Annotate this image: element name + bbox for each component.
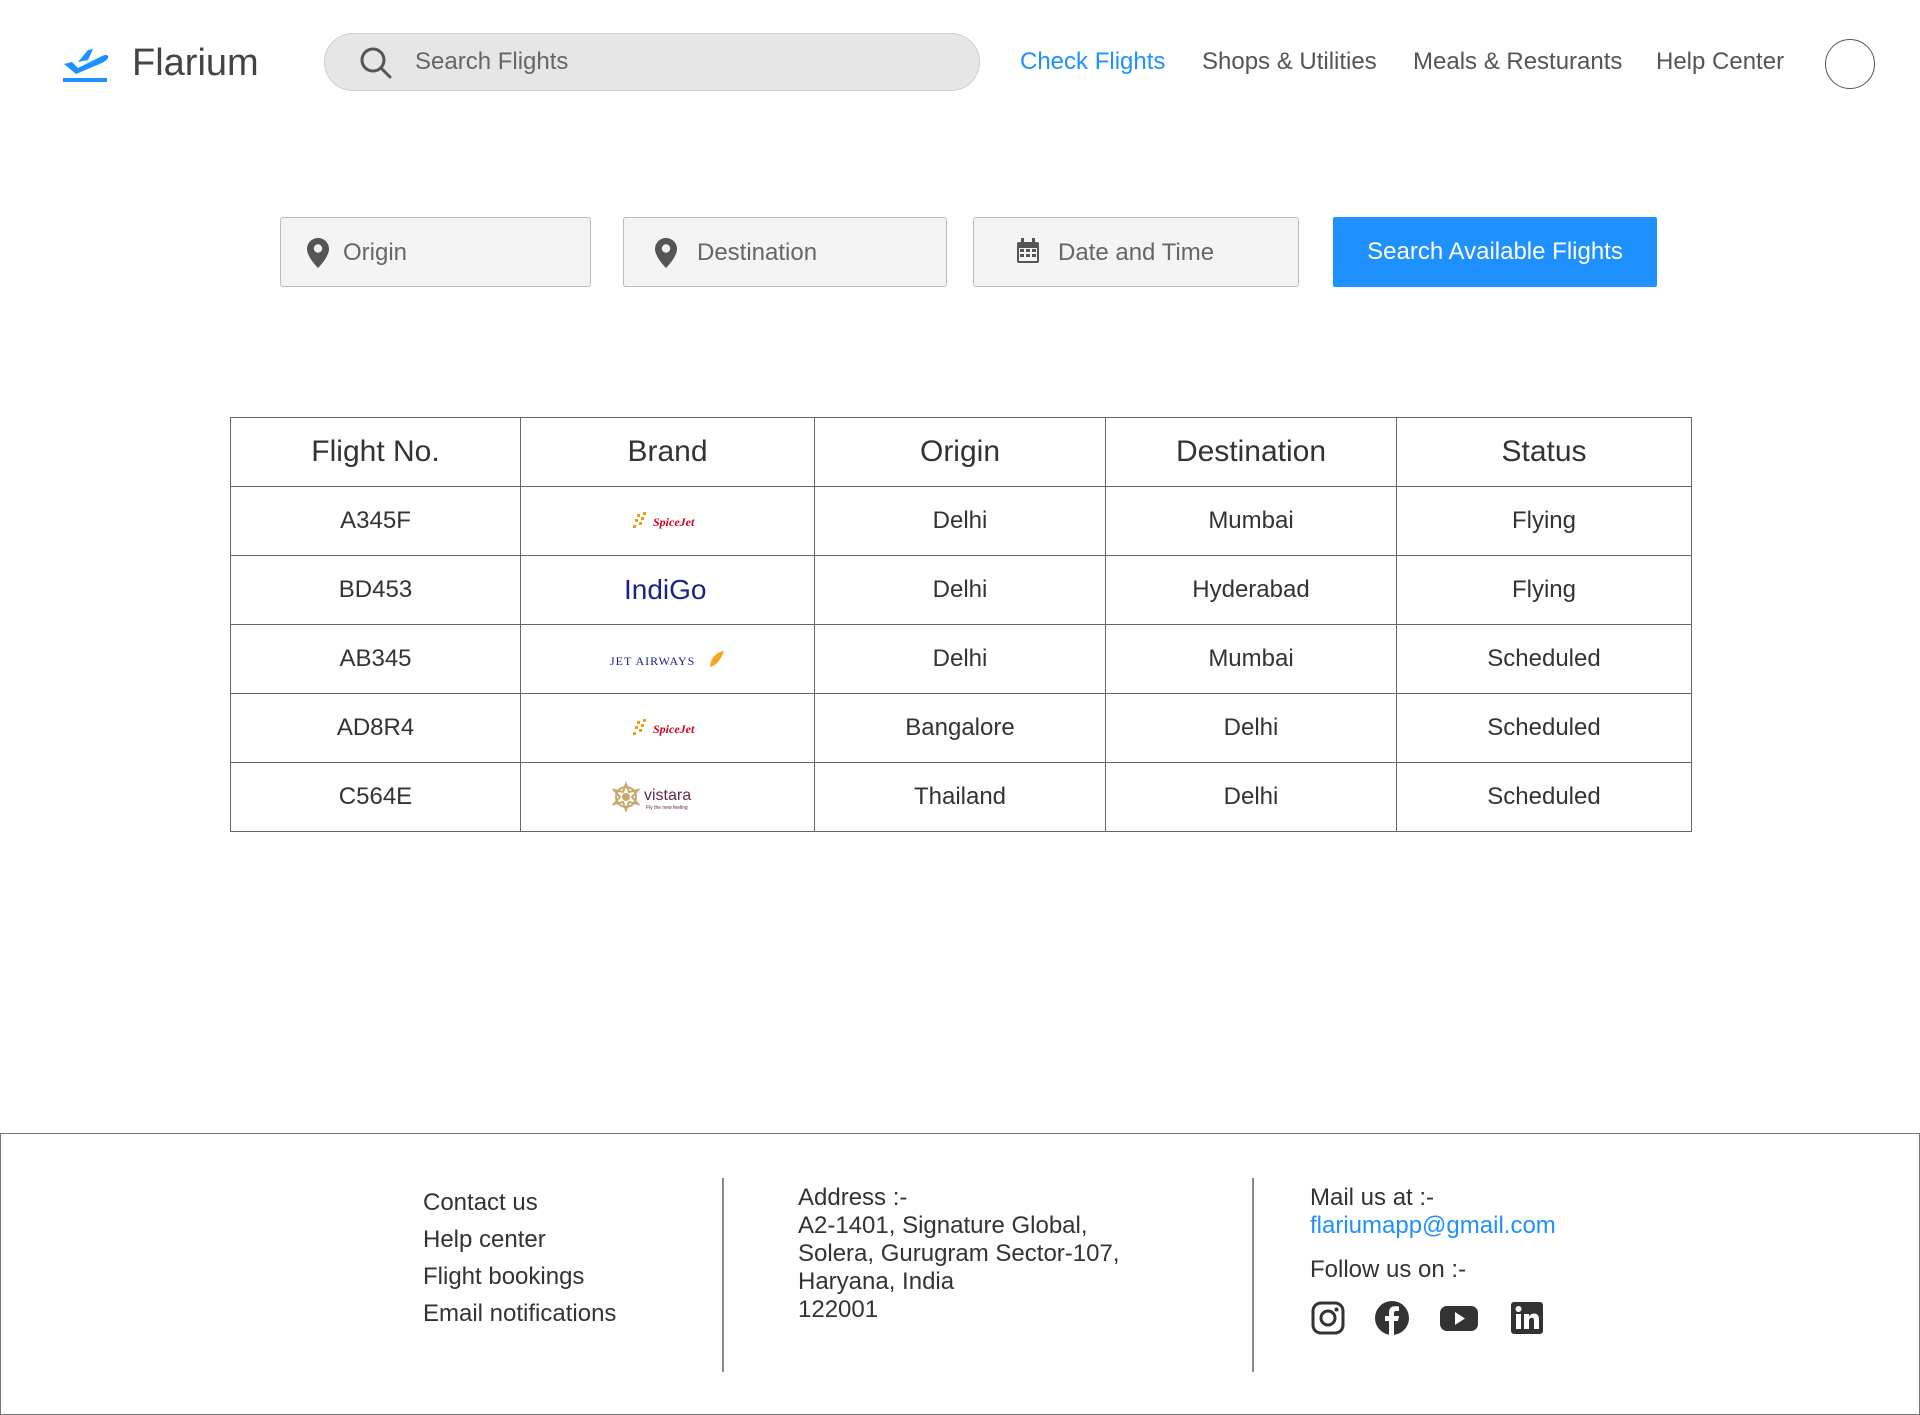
address-line: Solera, Gurugram Sector-107,: [798, 1240, 1120, 1267]
footer-links: Contact us Help center Flight bookings E…: [423, 1184, 616, 1332]
address-title: Address :-: [798, 1184, 908, 1211]
flight-no-cell: BD453: [230, 555, 521, 625]
footer-mail: Mail us at :- flariumapp@gmail.com: [1310, 1184, 1556, 1240]
destination-input[interactable]: [697, 232, 932, 274]
header-destination: Destination: [1105, 417, 1397, 487]
facebook-icon[interactable]: [1374, 1300, 1410, 1336]
destination-cell: Hyderabad: [1105, 555, 1397, 625]
flight-no-cell: AD8R4: [230, 693, 521, 763]
nav-meals-restaurants[interactable]: Meals & Resturants: [1413, 48, 1622, 76]
origin-cell: Thailand: [814, 762, 1106, 832]
indigo-logo: IndiGo: [624, 574, 707, 605]
footer-address: Address :- A2-1401, Signature Global, So…: [798, 1184, 1119, 1324]
brand-cell: vistara Fly the new feeling: [520, 762, 815, 832]
header-brand: Brand: [520, 417, 815, 487]
svg-text:IndiGo: IndiGo: [624, 574, 707, 605]
table-header-row: Flight No. Brand Origin Destination Stat…: [230, 417, 1692, 487]
date-time-field[interactable]: [973, 217, 1299, 287]
search-icon: [360, 47, 392, 79]
table-row[interactable]: A345F SpiceJet Delhi Mumbai Flying: [230, 486, 1692, 556]
svg-text:Fly the new feeling: Fly the new feeling: [646, 805, 688, 811]
spicejet-logo: SpiceJet: [632, 718, 695, 736]
svg-text:JET AIRWAYS: JET AIRWAYS: [610, 654, 695, 668]
search-input[interactable]: [415, 42, 955, 82]
header-status: Status: [1396, 417, 1692, 487]
table-row[interactable]: AB345 JET AIRWAYS Delhi Mumbai Scheduled: [230, 624, 1692, 694]
brand-cell: JET AIRWAYS: [520, 624, 815, 694]
origin-cell: Delhi: [814, 624, 1106, 694]
calendar-icon: [1017, 238, 1039, 263]
flight-no-cell: AB345: [230, 624, 521, 694]
spicejet-logo: SpiceJet: [632, 511, 695, 529]
footer-link-email-notifications[interactable]: Email notifications: [423, 1295, 616, 1332]
email-link[interactable]: flariumapp@gmail.com: [1310, 1212, 1556, 1240]
address-line: 122001: [798, 1296, 879, 1323]
user-avatar[interactable]: [1825, 39, 1875, 89]
destination-cell: Delhi: [1105, 693, 1397, 763]
header-flight-no: Flight No.: [230, 417, 521, 487]
table-row[interactable]: AD8R4 SpiceJet Bangalore Delhi Scheduled: [230, 693, 1692, 763]
flight-no-cell: C564E: [230, 762, 521, 832]
footer-link-help-center[interactable]: Help center: [423, 1221, 616, 1258]
status-cell: Scheduled: [1396, 624, 1692, 694]
top-navbar: Flarium Check Flights Shops & Utilities …: [0, 0, 1920, 125]
app-name: Flarium: [132, 42, 259, 84]
location-pin-icon: [307, 238, 329, 268]
brand-cell: SpiceJet: [520, 486, 815, 556]
origin-cell: Delhi: [814, 486, 1106, 556]
flights-table: Flight No. Brand Origin Destination Stat…: [230, 417, 1692, 832]
destination-field[interactable]: [623, 217, 947, 287]
search-available-flights-button[interactable]: Search Available Flights: [1333, 217, 1657, 287]
destination-cell: Mumbai: [1105, 624, 1397, 694]
origin-field[interactable]: [280, 217, 591, 287]
jet-airways-logo: JET AIRWAYS: [610, 650, 724, 668]
mail-title: Mail us at :-: [1310, 1184, 1435, 1211]
table-row[interactable]: C564E vistara Fly the new feeling Thaila…: [230, 762, 1692, 832]
footer-divider: [722, 1178, 724, 1372]
location-pin-icon: [655, 238, 677, 268]
status-cell: Scheduled: [1396, 693, 1692, 763]
nav-help-center[interactable]: Help Center: [1656, 48, 1784, 76]
status-cell: Flying: [1396, 486, 1692, 556]
brand-cell: IndiGo: [520, 555, 815, 625]
footer: Contact us Help center Flight bookings E…: [0, 1133, 1920, 1415]
date-time-input[interactable]: [1058, 232, 1288, 274]
follow-title: Follow us on :-: [1310, 1256, 1467, 1283]
brand-cell: SpiceJet: [520, 693, 815, 763]
vistara-logo: vistara Fly the new feeling: [611, 781, 691, 813]
flight-search-bar[interactable]: [324, 33, 980, 91]
footer-divider: [1252, 1178, 1254, 1372]
destination-cell: Delhi: [1105, 762, 1397, 832]
destination-cell: Mumbai: [1105, 486, 1397, 556]
linkedin-icon[interactable]: [1509, 1300, 1545, 1336]
origin-cell: Bangalore: [814, 693, 1106, 763]
svg-text:SpiceJet: SpiceJet: [653, 515, 695, 529]
nav-check-flights[interactable]: Check Flights: [1020, 48, 1165, 76]
footer-link-flight-bookings[interactable]: Flight bookings: [423, 1258, 616, 1295]
nav-shops-utilities[interactable]: Shops & Utilities: [1202, 48, 1377, 76]
origin-input[interactable]: [343, 232, 573, 274]
address-line: Haryana, India: [798, 1268, 955, 1295]
address-line: A2-1401, Signature Global,: [798, 1212, 1088, 1239]
app-logo[interactable]: Flarium: [62, 42, 259, 84]
instagram-icon[interactable]: [1310, 1300, 1346, 1336]
table-row[interactable]: BD453 IndiGo Delhi Hyderabad Flying: [230, 555, 1692, 625]
svg-text:vistara: vistara: [644, 787, 691, 804]
status-cell: Flying: [1396, 555, 1692, 625]
footer-link-contact-us[interactable]: Contact us: [423, 1184, 616, 1221]
flight-no-cell: A345F: [230, 486, 521, 556]
header-origin: Origin: [814, 417, 1106, 487]
status-cell: Scheduled: [1396, 762, 1692, 832]
svg-text:SpiceJet: SpiceJet: [653, 722, 695, 736]
origin-cell: Delhi: [814, 555, 1106, 625]
airplane-takeoff-icon: [63, 49, 109, 82]
youtube-icon[interactable]: [1439, 1300, 1479, 1336]
